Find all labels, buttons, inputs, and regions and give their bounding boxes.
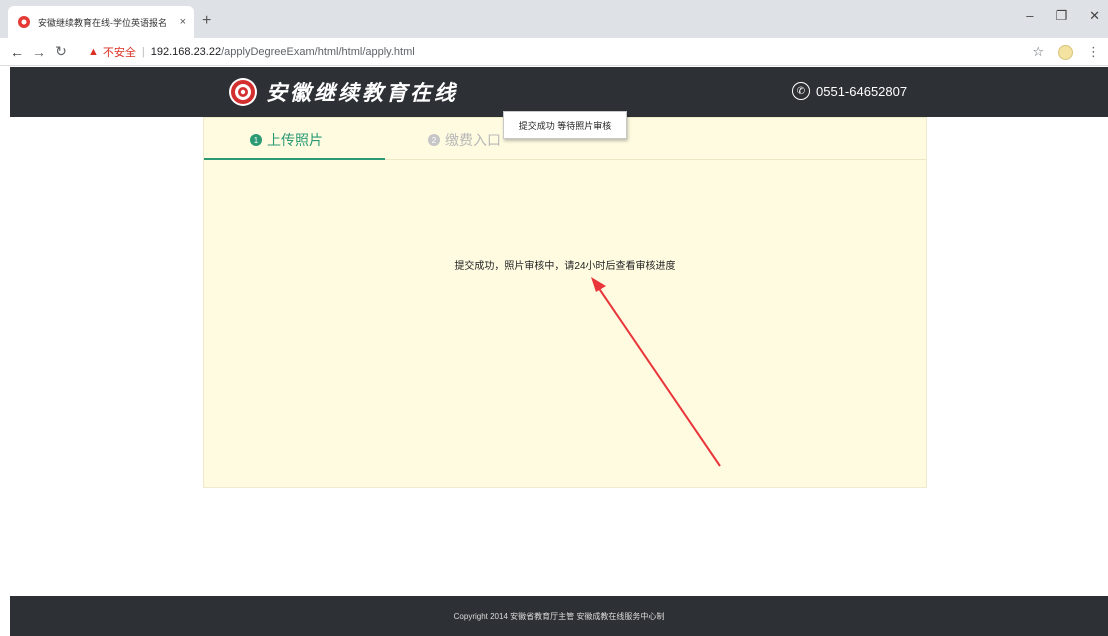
copyright-text: Copyright 2014 安徽省教育厅主管 安徽成教在线服务中心制 xyxy=(453,611,665,621)
annotation-arrow xyxy=(591,277,721,467)
site-footer: Copyright 2014 安徽省教育厅主管 安徽成教在线服务中心制 xyxy=(10,596,1108,636)
